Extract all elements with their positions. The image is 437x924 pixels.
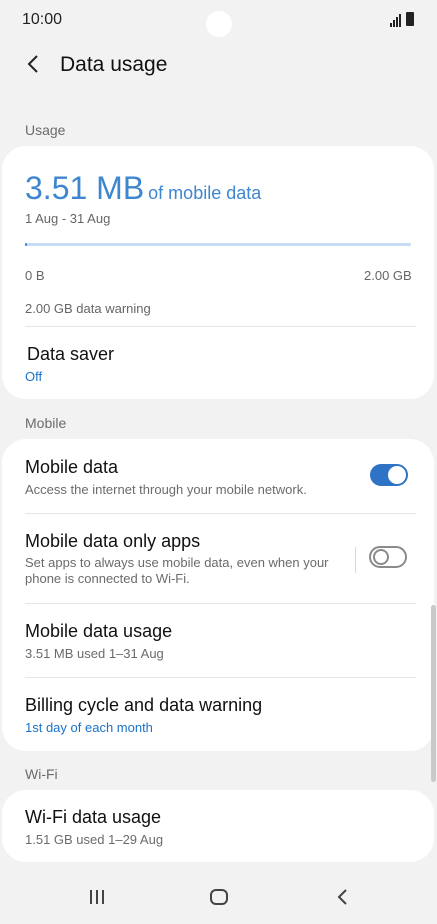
usage-progress-fill [25, 243, 27, 246]
status-time: 10:00 [22, 11, 63, 28]
mobile-data-title: Mobile data [25, 457, 119, 477]
app-bar: Data usage [0, 44, 437, 88]
usage-min-label: 0 B [25, 268, 45, 283]
camera-cutout [206, 11, 232, 37]
billing-cycle-row[interactable]: Billing cycle and data warning 1st day o… [2, 678, 434, 750]
signal-icon [390, 14, 401, 27]
usage-progress-bar [25, 243, 411, 246]
mobile-data-toggle[interactable] [370, 464, 408, 486]
battery-icon [406, 12, 414, 26]
usage-amount: 3.51 MB of mobile data [25, 170, 261, 207]
mobile-data-subtitle: Access the internet through your mobile … [25, 482, 307, 497]
mobile-data-usage-row[interactable]: Mobile data usage 3.51 MB used 1–31 Aug [2, 604, 434, 677]
wifi-data-usage-row[interactable]: Wi-Fi data usage 1.51 GB used 1–29 Aug [2, 790, 434, 862]
toggle-knob [388, 466, 406, 484]
section-header-mobile: Mobile [25, 415, 67, 431]
usage-amount-value: 3.51 MB [25, 170, 145, 206]
home-icon[interactable] [199, 882, 239, 912]
usage-max-label: 2.00 GB [364, 268, 412, 283]
mobile-data-only-apps-subtitle-1: Set apps to always use mobile data, even… [25, 555, 329, 570]
scrollbar[interactable] [431, 605, 436, 782]
wifi-data-usage-title: Wi-Fi data usage [25, 807, 162, 827]
mobile-data-only-apps-subtitle-2: phone is connected to Wi-Fi. [25, 571, 190, 586]
usage-period: 1 Aug - 31 Aug [25, 211, 111, 226]
mobile-data-usage-subtitle: 3.51 MB used 1–31 Aug [25, 646, 164, 661]
back-arrow-icon[interactable] [22, 52, 46, 76]
toggle-knob [373, 549, 389, 565]
mobile-data-only-apps-row[interactable]: Mobile data only apps Set apps to always… [2, 514, 352, 603]
status-bar: 10:00 [0, 0, 437, 42]
wifi-data-usage-subtitle: 1.51 GB used 1–29 Aug [25, 832, 164, 847]
back-icon[interactable] [322, 882, 362, 912]
data-saver-value: Off [25, 369, 43, 384]
billing-cycle-title: Billing cycle and data warning [25, 695, 263, 715]
recent-apps-icon[interactable] [77, 882, 117, 912]
navigation-bar [0, 868, 437, 924]
mobile-data-usage-title: Mobile data usage [25, 621, 173, 641]
data-saver-title: Data saver [27, 344, 115, 364]
section-header-wifi: Wi-Fi [25, 766, 58, 782]
billing-cycle-subtitle: 1st day of each month [25, 720, 153, 735]
page-title: Data usage [60, 53, 168, 76]
row-separator [355, 547, 356, 573]
data-saver-row[interactable]: Data saver Off [2, 327, 434, 399]
usage-amount-suffix: of mobile data [148, 183, 262, 203]
mobile-data-only-apps-title: Mobile data only apps [25, 531, 201, 551]
data-warning-text: 2.00 GB data warning [25, 301, 151, 316]
mobile-data-only-apps-toggle[interactable] [369, 546, 407, 568]
section-header-usage: Usage [25, 122, 66, 138]
